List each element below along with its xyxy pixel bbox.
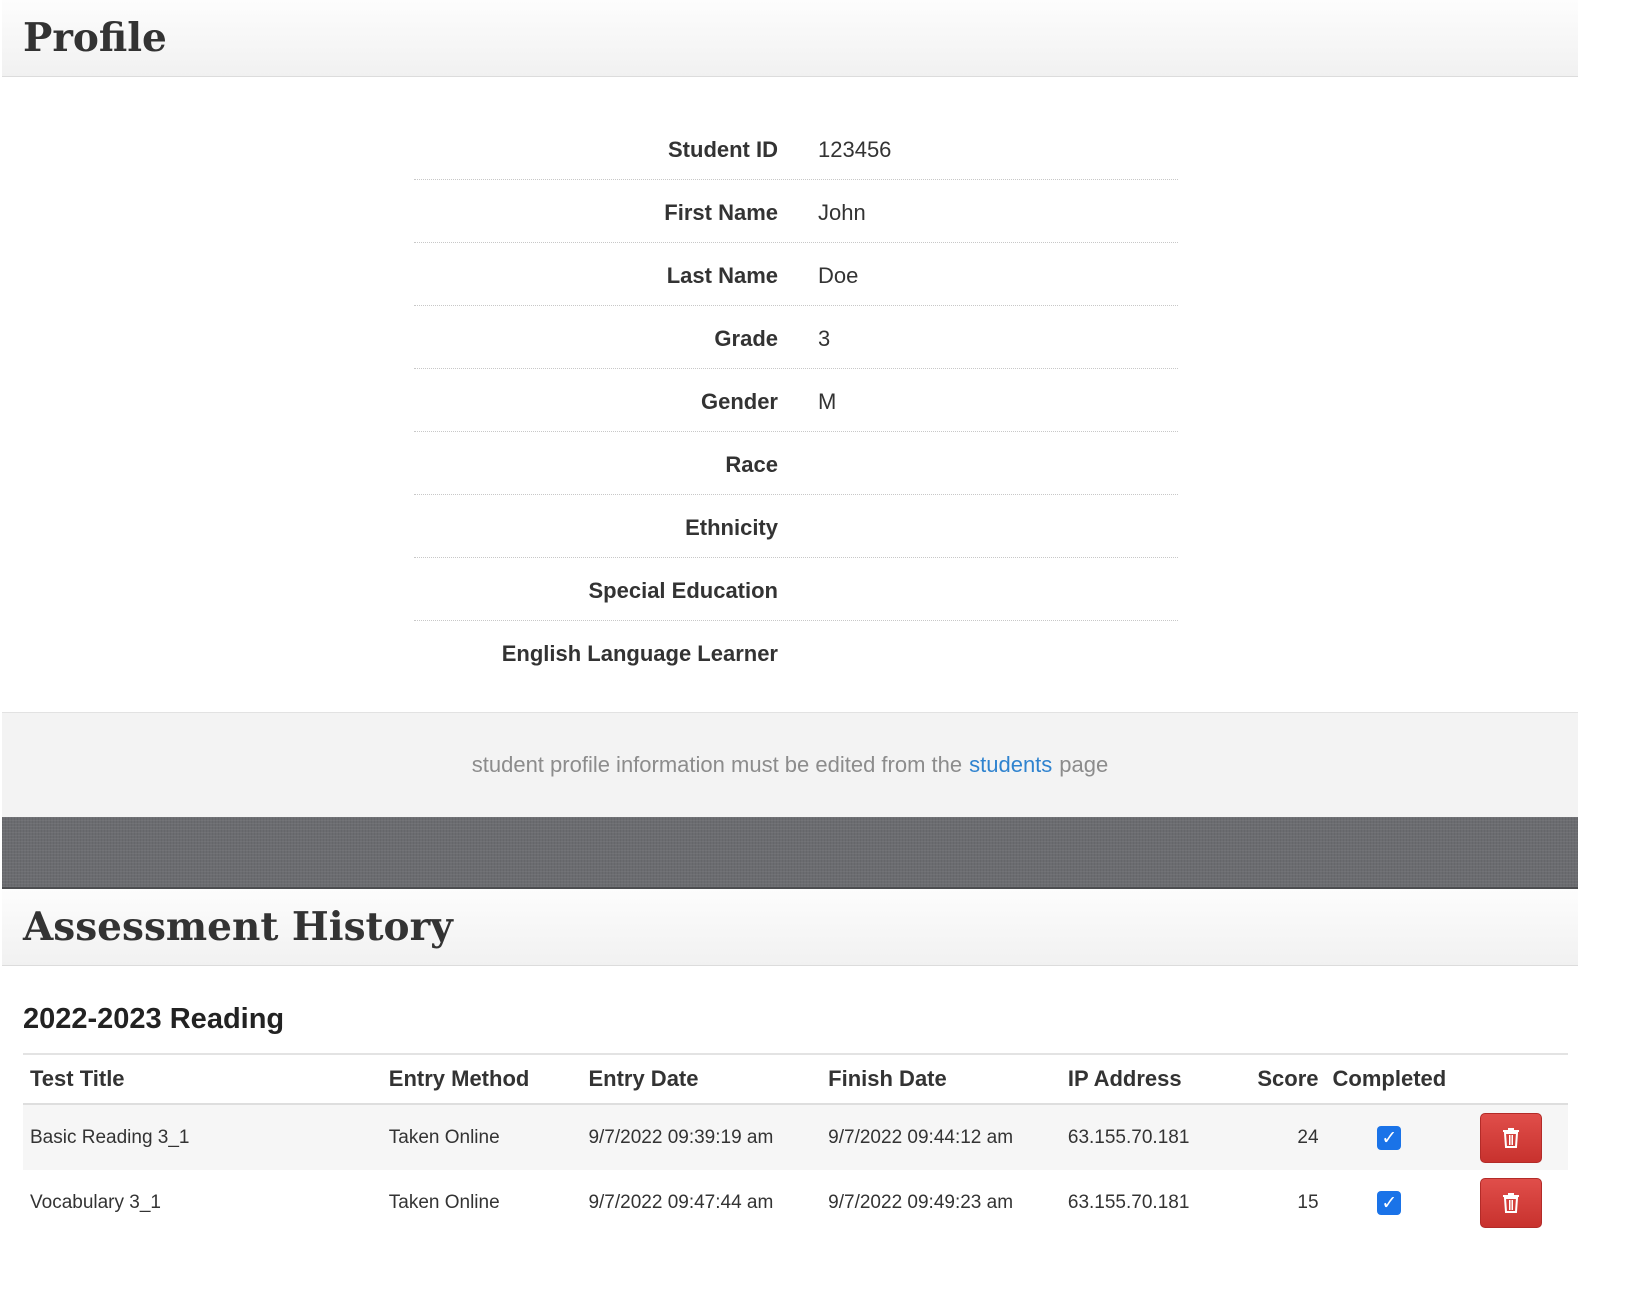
col-test-title[interactable]: Test Title — [23, 1054, 382, 1105]
cell-finish-date: 9/7/2022 09:49:23 am — [828, 1191, 1014, 1213]
field-value: M — [818, 389, 837, 414]
field-race: Race — [414, 432, 1178, 495]
col-completed[interactable]: Completed — [1325, 1054, 1454, 1105]
field-label: Last Name — [666, 263, 778, 288]
table-row: Vocabulary 3_1 Taken Online 9/7/2022 09:… — [23, 1170, 1568, 1235]
field-first-name: First Name John — [414, 180, 1178, 243]
cell-actions — [1453, 1170, 1568, 1235]
profile-details: Student ID 123456 First Name John Last N… — [2, 77, 1578, 712]
field-student-id: Student ID 123456 — [414, 117, 1178, 180]
table-header-row: Test Title Entry Method Entry Date Finis… — [23, 1054, 1568, 1105]
field-grade: Grade 3 — [414, 306, 1178, 369]
delete-button[interactable] — [1479, 1177, 1542, 1228]
note-prefix: student profile information must be edit… — [471, 752, 963, 777]
checkbox-checked-icon[interactable]: ✓ — [1377, 1190, 1402, 1215]
field-special-education: Special Education — [414, 558, 1178, 621]
field-value: 3 — [818, 326, 831, 351]
trash-icon — [1502, 1193, 1519, 1213]
page: Profile Student ID 123456 First Name Joh… — [2, 0, 1578, 1235]
col-score[interactable]: Score — [1240, 1054, 1326, 1105]
cell-entry-date: 9/7/2022 09:47:44 am — [588, 1191, 774, 1213]
field-gender: Gender M — [414, 369, 1178, 432]
cell-entry-date: 9/7/2022 09:39:19 am — [581, 1104, 822, 1170]
table-row: Basic Reading 3_1 Taken Online 9/7/2022 … — [23, 1104, 1568, 1170]
col-finish-date[interactable]: Finish Date — [821, 1054, 1061, 1105]
col-actions — [1453, 1054, 1568, 1105]
cell-entry-method: Taken Online — [381, 1104, 582, 1170]
trash-icon — [1502, 1128, 1519, 1148]
field-label: Special Education — [588, 578, 779, 603]
field-ethnicity: Ethnicity — [414, 495, 1178, 558]
cell-completed: ✓ — [1326, 1170, 1454, 1235]
field-label: English Language Learner — [501, 641, 778, 666]
note-suffix: page — [1059, 752, 1109, 777]
profile-title: Profile — [23, 15, 167, 61]
assessment-table: Test Title Entry Method Entry Date Finis… — [23, 1053, 1568, 1235]
profile-edit-note: student profile information must be edit… — [2, 712, 1578, 817]
profile-header: Profile — [2, 0, 1578, 77]
cell-entry-method: Taken Online — [388, 1191, 500, 1213]
delete-button[interactable] — [1479, 1112, 1542, 1163]
checkbox-checked-icon[interactable]: ✓ — [1377, 1125, 1402, 1150]
col-entry-method[interactable]: Entry Method — [381, 1054, 582, 1105]
cell-completed: ✓ — [1325, 1104, 1454, 1170]
field-value: 123456 — [818, 137, 892, 162]
field-label: Gender — [700, 389, 778, 414]
field-label: First Name — [664, 200, 778, 225]
field-english-language-learner: English Language Learner — [414, 621, 1178, 684]
cell-test-title: Basic Reading 3_1 — [23, 1104, 382, 1170]
cell-test-title: Vocabulary 3_1 — [30, 1191, 161, 1213]
field-value: John — [818, 200, 866, 225]
field-last-name: Last Name Doe — [414, 243, 1178, 306]
cell-score: 24 — [1240, 1104, 1326, 1170]
cell-ip-address: 63.155.70.181 — [1067, 1191, 1190, 1213]
history-header: Assessment History — [2, 889, 1578, 966]
school-year-subject-heading: 2022-2023 Reading — [23, 1003, 285, 1035]
cell-score: 15 — [1297, 1191, 1319, 1213]
field-label: Student ID — [668, 137, 778, 162]
history-title: Assessment History — [23, 904, 453, 950]
students-link[interactable]: students — [969, 752, 1052, 778]
cell-finish-date: 9/7/2022 09:44:12 am — [821, 1104, 1061, 1170]
col-entry-date[interactable]: Entry Date — [581, 1054, 822, 1105]
cell-actions — [1453, 1104, 1568, 1170]
field-value: Doe — [818, 263, 859, 288]
section-divider — [2, 817, 1578, 889]
field-label: Grade — [714, 326, 778, 351]
field-label: Race — [725, 452, 778, 477]
col-ip-address[interactable]: IP Address — [1060, 1054, 1241, 1105]
field-label: Ethnicity — [685, 515, 778, 540]
cell-ip-address: 63.155.70.181 — [1060, 1104, 1241, 1170]
